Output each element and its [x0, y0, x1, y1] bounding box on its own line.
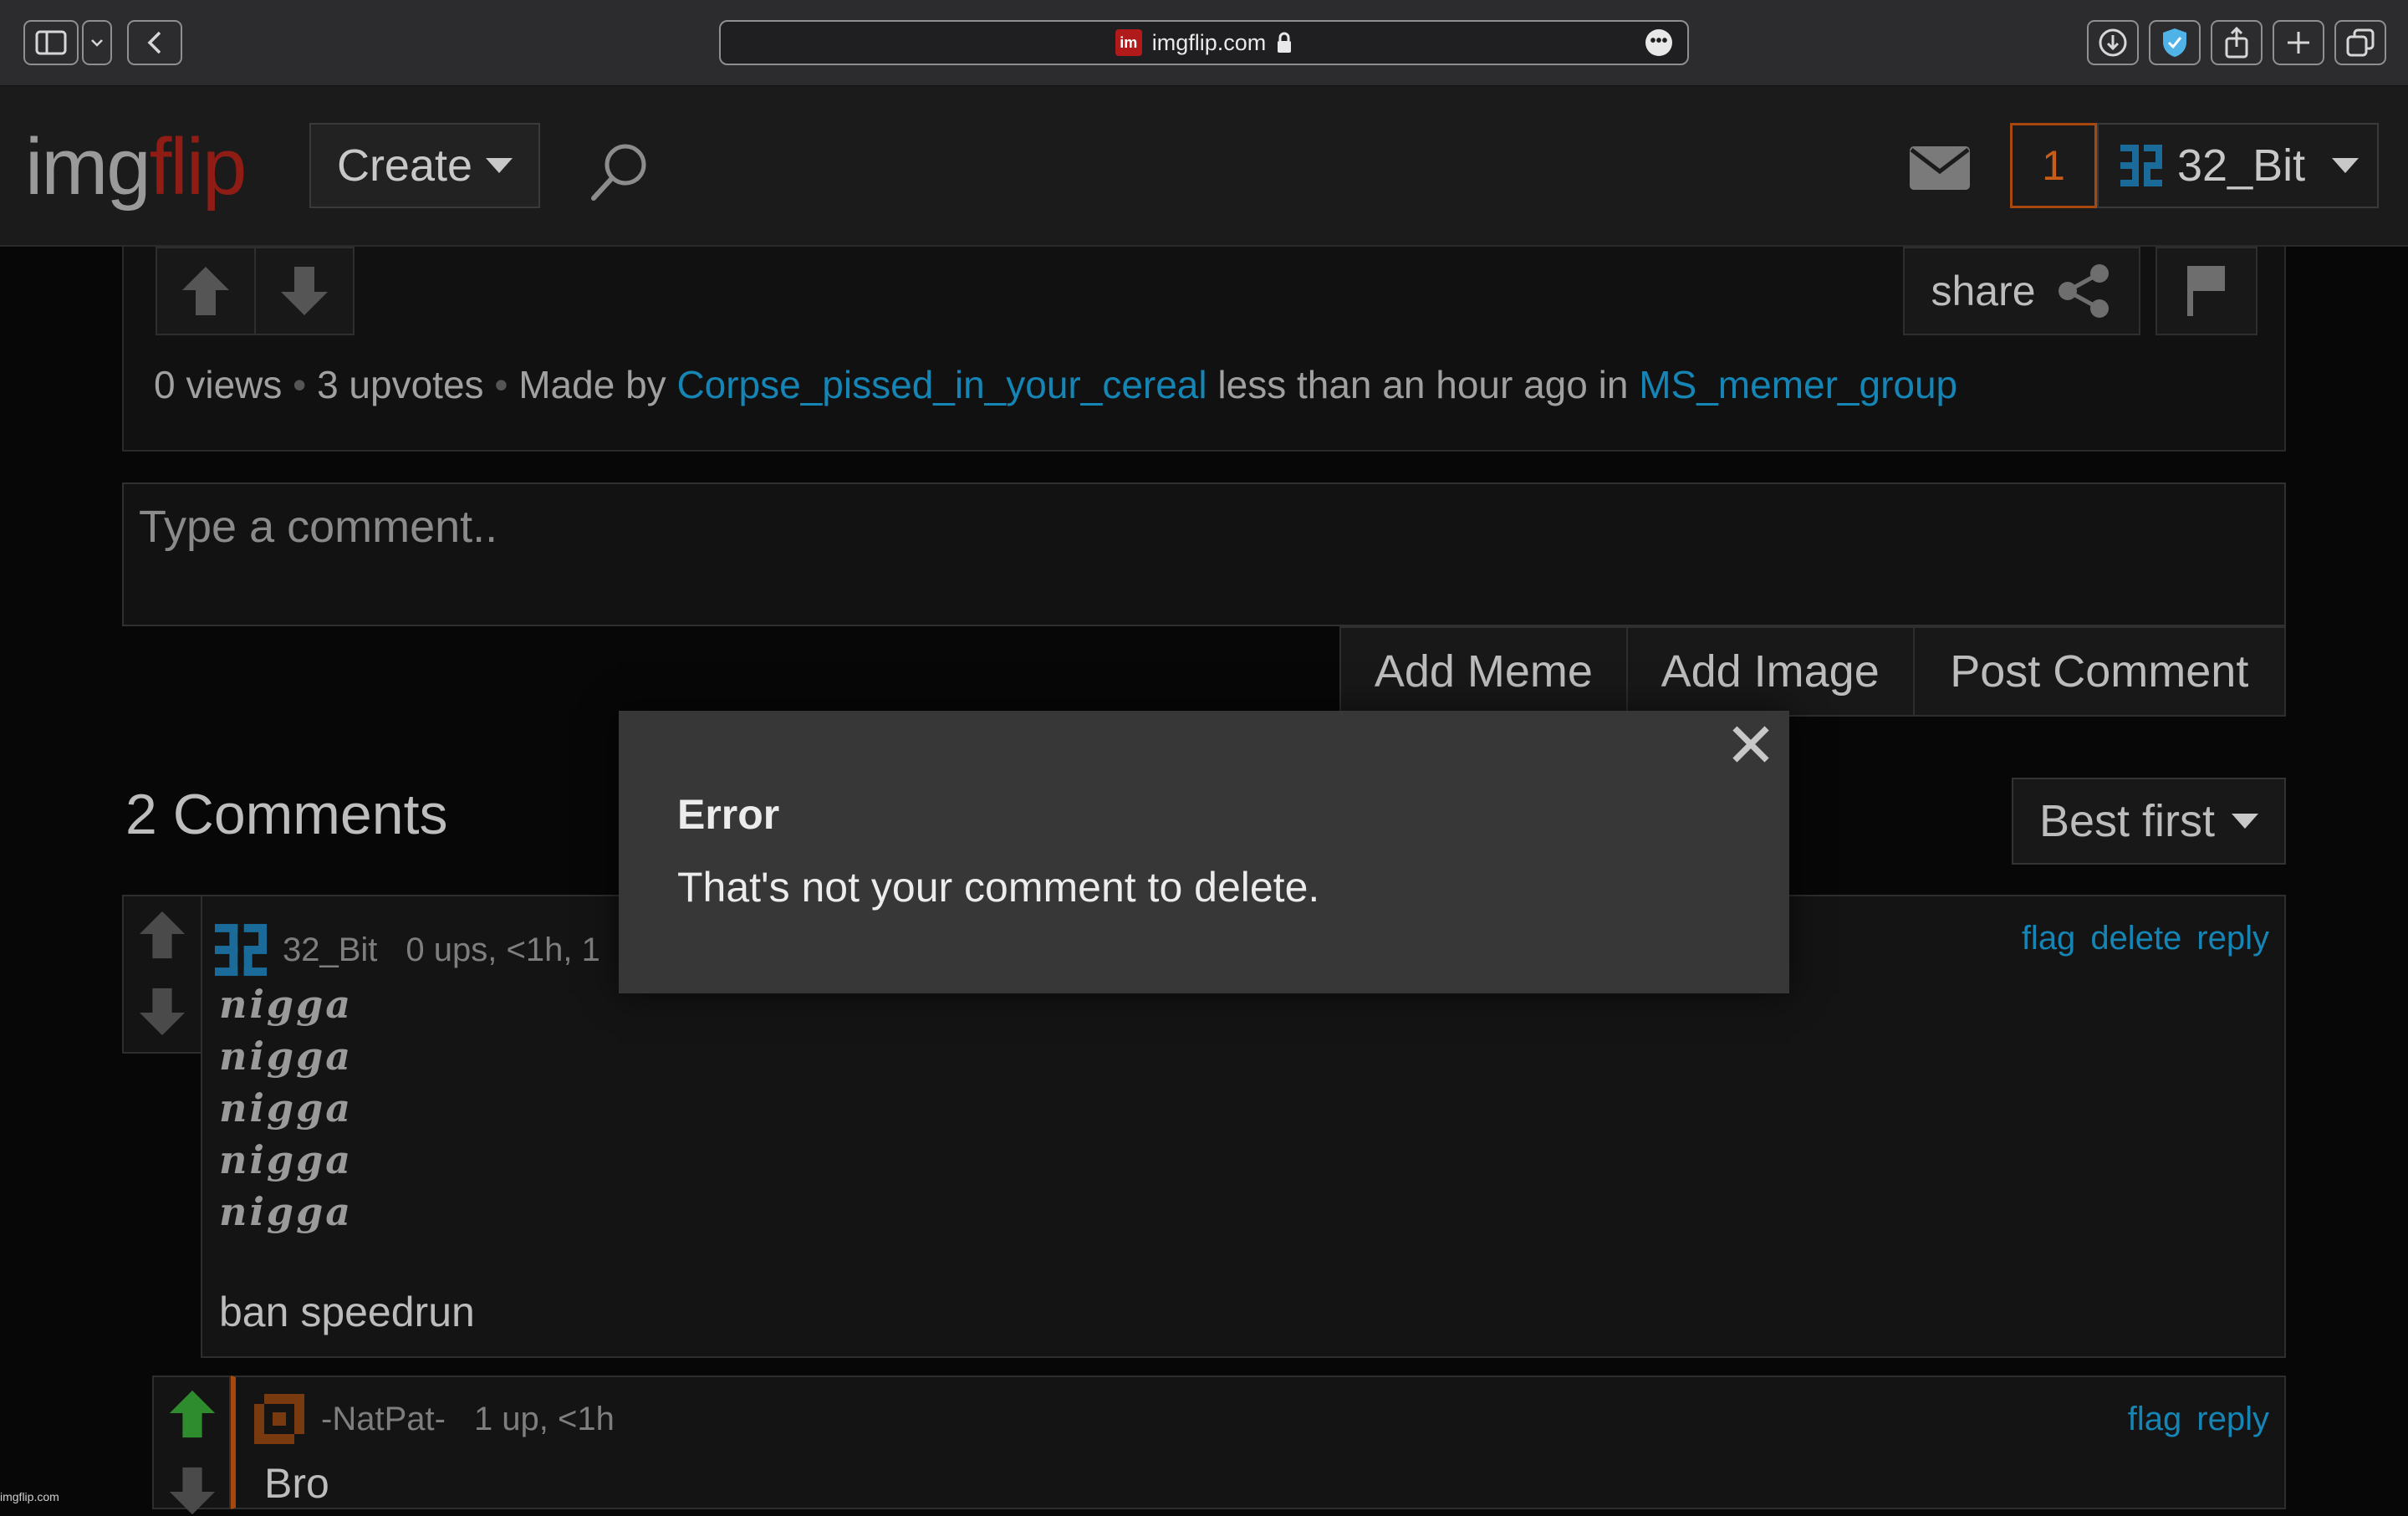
comment-meta: 0 ups, <1h, 1	[406, 931, 600, 968]
error-dialog: ✕ Error That's not your comment to delet…	[619, 711, 1789, 993]
mail-icon[interactable]	[1908, 145, 1972, 191]
downvote-arrow-icon[interactable]	[137, 987, 187, 1037]
search-icon[interactable]	[585, 138, 652, 205]
sort-label: Best first	[2038, 796, 2216, 846]
page-menu-icon[interactable]: •••	[1645, 29, 1672, 56]
new-tab-icon[interactable]	[2273, 20, 2324, 65]
close-icon[interactable]: ✕	[1724, 715, 1778, 777]
views-count: 0 views	[154, 363, 283, 406]
comment-line: nigga	[219, 982, 354, 1027]
tab-overview-icon[interactable]	[2334, 20, 2386, 65]
lock-icon	[1278, 32, 1292, 53]
share-icon	[2058, 264, 2109, 318]
flag-icon	[2187, 266, 2225, 316]
comment-text: Bro	[264, 1460, 329, 1507]
address-bar[interactable]: im imgflip.com •••	[719, 20, 1689, 65]
add-meme-button[interactable]: Add Meme	[1341, 628, 1628, 715]
comment-actions-links: flag delete reply	[2022, 920, 2269, 957]
caret-down-icon	[2332, 158, 2360, 173]
browser-toolbar: im imgflip.com •••	[0, 0, 2408, 86]
sort-select[interactable]: Best first	[2012, 778, 2286, 865]
delete-link[interactable]: delete	[2090, 920, 2181, 957]
create-button[interactable]: Create	[309, 123, 540, 208]
user-menu-button[interactable]: 32_Bit	[2097, 123, 2379, 208]
meme-info-panel: share 0 views • 3 upvotes • Made by Corp…	[122, 247, 2286, 452]
comment-header: -NatPat- 1 up, <1h	[249, 1389, 615, 1449]
comment: -NatPat- 1 up, <1h flag reply Bro	[231, 1376, 2286, 1509]
share-button[interactable]: share	[1903, 247, 2140, 335]
comment-username[interactable]: 32_Bit	[283, 932, 377, 969]
arrow-up-icon	[182, 267, 229, 315]
arrow-down-icon	[281, 267, 328, 315]
back-icon[interactable]	[127, 20, 182, 65]
create-label: Create	[336, 140, 473, 191]
site-header: imgflip Create 1 32_Bit	[0, 86, 2408, 247]
upvotes-count: 3 upvotes	[317, 363, 484, 406]
comment-vote-column	[152, 1376, 231, 1515]
post-comment-button[interactable]: Post Comment	[1915, 628, 2284, 715]
downvote-button[interactable]	[254, 247, 355, 335]
flag-link[interactable]: flag	[2022, 920, 2076, 957]
made-by-label: Made by	[518, 363, 666, 406]
notification-count[interactable]: 1	[2010, 123, 2097, 208]
share-sheet-icon[interactable]	[2211, 20, 2263, 65]
username-label: 32_Bit	[2177, 140, 2306, 191]
logo-text-img: img	[25, 122, 151, 212]
user-avatar-icon	[2117, 141, 2166, 190]
downvote-arrow-icon[interactable]	[167, 1466, 217, 1516]
shield-extension-icon[interactable]	[2149, 20, 2201, 65]
downloads-icon[interactable]	[2087, 20, 2139, 65]
reply-link[interactable]: reply	[2196, 920, 2269, 957]
dialog-title: Error	[677, 791, 780, 838]
comment-vote-column	[122, 895, 202, 1054]
user-avatar-icon[interactable]	[249, 1389, 309, 1449]
reply-link[interactable]: reply	[2196, 1401, 2269, 1438]
comment-text: ban speedrun	[219, 1289, 475, 1335]
logo-text-flip: flip	[149, 122, 247, 212]
comment-line: nigga	[219, 1137, 354, 1182]
caret-down-icon	[486, 158, 513, 173]
upvote-arrow-icon[interactable]	[137, 910, 187, 960]
add-image-button[interactable]: Add Image	[1628, 628, 1915, 715]
comments-count-title: 2 Comments	[125, 783, 448, 846]
comment-actions-links: flag reply	[2128, 1401, 2269, 1438]
flag-link[interactable]: flag	[2128, 1401, 2182, 1438]
author-link[interactable]: Corpse_pissed_in_your_cereal	[676, 363, 1207, 406]
upvote-arrow-icon[interactable]	[167, 1389, 217, 1439]
comment-line: nigga	[219, 1189, 354, 1234]
separator-dot: •	[293, 363, 307, 406]
comment-actions: Add Meme Add Image Post Comment	[1339, 626, 2286, 717]
separator-dot: •	[494, 363, 508, 406]
flag-button[interactable]	[2155, 247, 2258, 335]
caret-down-icon	[2232, 814, 2259, 829]
group-link[interactable]: MS_memer_group	[1639, 363, 1957, 406]
comment-text-lines: nigga nigga nigga nigga nigga	[219, 978, 353, 1238]
comment-line: nigga	[219, 1034, 354, 1079]
comment-meta: 1 up, <1h	[473, 1400, 615, 1437]
comment-input[interactable]	[122, 482, 2286, 626]
share-label: share	[1931, 268, 2036, 314]
tab-group-chevron-icon[interactable]	[82, 20, 112, 65]
comment-username[interactable]: -NatPat-	[321, 1401, 446, 1438]
comment-line: nigga	[219, 1085, 354, 1131]
imgflip-logo[interactable]: imgflip	[25, 121, 247, 213]
upvote-button[interactable]	[156, 247, 256, 335]
user-avatar-icon[interactable]	[211, 920, 271, 980]
comment-header: 32_Bit 0 ups, <1h, 1	[211, 920, 600, 980]
watermark: imgflip.com	[0, 1490, 59, 1503]
posted-time: less than an hour ago in	[1217, 363, 1629, 406]
url-domain: imgflip.com	[1151, 29, 1267, 55]
meme-meta: 0 views • 3 upvotes • Made by Corpse_pis…	[154, 362, 1957, 407]
site-favicon: im	[1115, 29, 1142, 56]
dialog-message: That's not your comment to delete.	[677, 864, 1320, 911]
sidebar-toggle-icon[interactable]	[23, 20, 79, 65]
